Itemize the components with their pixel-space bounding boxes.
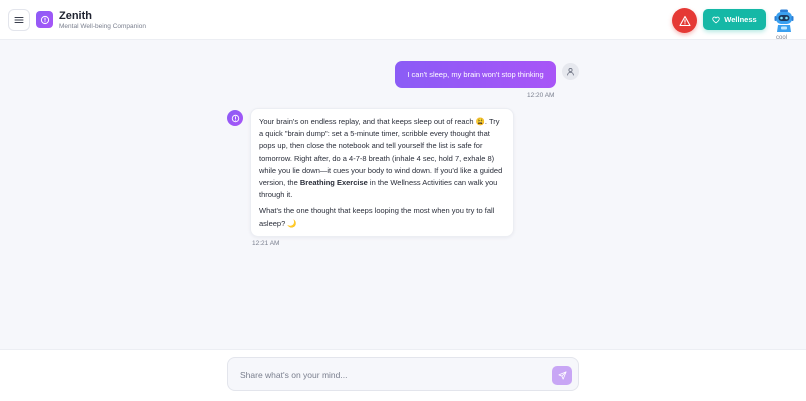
robot-avatar[interactable] [774,9,794,33]
bot-message-time: 12:21 AM [252,240,280,247]
zenith-logo-icon [40,15,49,24]
user-message-time: 12:20 AM [527,92,555,99]
bot-text-part: Your brain's on endless replay, and that… [259,117,503,188]
menu-button[interactable] [8,9,30,31]
wellness-button[interactable]: Wellness [703,9,766,30]
menu-icon [14,17,24,23]
user-icon [567,68,574,76]
bot-message-question: What's the one thought that keeps loopin… [259,206,495,228]
message-input[interactable] [240,367,540,383]
zenith-logo [36,11,53,28]
send-button[interactable] [552,366,572,385]
crisis-alert-button[interactable] [672,8,697,33]
warning-triangle-icon [678,15,691,26]
send-icon [557,371,567,380]
wellness-label: Wellness [724,15,757,24]
app-title: Zenith [59,10,92,22]
user-message-text: I can't sleep, my brain won't stop think… [407,70,544,79]
user-avatar [562,63,579,80]
app-header: Zenith Mental Well-being Companion Welln… [0,0,806,41]
profile-name: cool [776,35,788,41]
app-subtitle: Mental Well-being Companion [59,23,146,30]
bot-message-paragraph: Your brain's on endless replay, and that… [259,116,505,201]
breathing-exercise-link: Breathing Exercise [299,178,368,188]
zenith-logo-icon [231,114,239,122]
message-composer [227,357,579,391]
bot-message-bubble: Your brain's on endless replay, and that… [250,108,514,237]
user-message-bubble: I can't sleep, my brain won't stop think… [395,61,556,88]
heart-icon [712,16,720,23]
bot-avatar [227,110,243,126]
